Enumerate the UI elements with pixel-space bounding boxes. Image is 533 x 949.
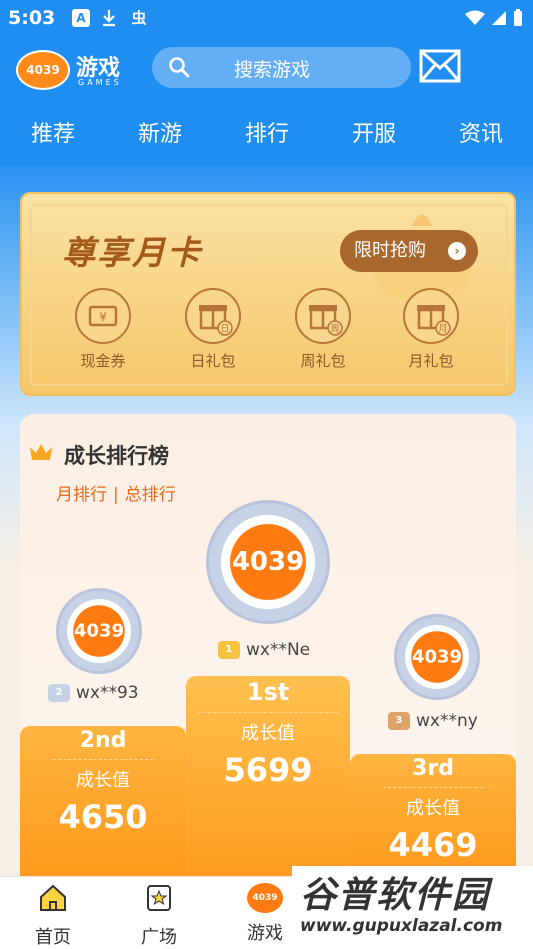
status-time: 5:03 — [8, 7, 56, 29]
top-nav: 推荐 新游 排行 开服 资讯 — [0, 112, 533, 156]
nav-recommend[interactable]: 推荐 — [13, 116, 93, 148]
gift-week-icon: 周 — [295, 288, 351, 344]
podium-divider — [53, 759, 153, 760]
ranking-title: 成长排行榜 — [64, 444, 169, 468]
podium-label: 成长值 — [76, 770, 130, 791]
nav-ranking[interactable]: 排行 — [227, 116, 307, 148]
svg-text:月: 月 — [438, 324, 447, 335]
medal-gold-icon: 1 — [218, 641, 240, 659]
tab-total-ranking[interactable]: 总排行 — [125, 485, 176, 505]
perk-label: 周礼包 — [300, 352, 346, 370]
perk-label: 现金券 — [80, 352, 126, 370]
app-logo[interactable]: 4039 游戏 GAMES — [16, 48, 136, 90]
perk-label: 月礼包 — [408, 352, 454, 370]
game-icon: 4039 — [247, 883, 283, 913]
search-bar[interactable]: 搜索游戏 — [152, 47, 411, 88]
watermark-main: 谷普软件园 — [300, 875, 491, 916]
avatar-first[interactable]: 4039 — [206, 500, 330, 624]
crown-icon — [30, 444, 52, 460]
podium-value: 4469 — [388, 826, 478, 864]
svg-text:周: 周 — [330, 324, 339, 335]
username-third: 3 wx**ny — [388, 711, 478, 731]
ranking-tabs: 月排行 | 总排行 — [56, 480, 176, 505]
logo-badge: 4039 — [16, 50, 70, 90]
tab-month-ranking[interactable]: 月排行 — [56, 485, 107, 505]
notification-a-icon: A — [72, 9, 90, 27]
watermark-url: www.gupuxlazal.com — [300, 916, 503, 936]
perk-daily-gift[interactable]: 日 日礼包 — [168, 288, 258, 371]
nav-new-games[interactable]: 新游 — [120, 116, 200, 148]
battery-icon — [514, 9, 522, 26]
podium-value: 4650 — [58, 798, 148, 836]
svg-text:日: 日 — [220, 324, 229, 335]
bug-icon: 虫 — [131, 9, 147, 27]
podium-rank: 2nd — [79, 728, 127, 753]
status-bar: 5:03 A 虫 — [0, 0, 533, 38]
buy-button-label: 限时抢购 — [354, 240, 426, 261]
gift-month-icon: 月 — [403, 288, 459, 344]
podium-label: 成长值 — [406, 798, 460, 819]
tab-square[interactable]: 广场 — [124, 883, 194, 949]
username-second: 2 wx**93 — [48, 683, 139, 703]
download-icon — [100, 9, 118, 27]
logo-subtext: GAMES — [78, 78, 122, 87]
medal-bronze-icon: 3 — [388, 712, 410, 730]
podium-rank: 3rd — [412, 756, 454, 781]
tab-home[interactable]: 首页 — [18, 883, 88, 949]
podium-third: 3rd 成长值 4469 — [350, 754, 516, 876]
perk-weekly-gift[interactable]: 周 周礼包 — [278, 288, 368, 371]
square-icon — [147, 885, 171, 911]
avatar-second[interactable]: 4039 — [56, 588, 142, 674]
search-icon — [169, 57, 190, 78]
avatar-third[interactable]: 4039 — [394, 614, 480, 700]
podium-rank: 1st — [246, 678, 290, 706]
coupon-icon: ¥ — [75, 288, 131, 344]
limited-buy-button[interactable]: 限时抢购 › — [340, 230, 478, 272]
perk-label: 日礼包 — [190, 352, 236, 370]
watermark: 谷普软件园 www.gupuxlazal.com — [292, 866, 533, 949]
wifi-icon — [465, 10, 485, 25]
tab-separator: | — [113, 485, 119, 505]
nav-servers[interactable]: 开服 — [334, 116, 414, 148]
signal-icon — [492, 11, 506, 25]
perk-monthly-gift[interactable]: 月 月礼包 — [386, 288, 476, 371]
podium-label: 成长值 — [241, 723, 295, 744]
search-placeholder: 搜索游戏 — [234, 59, 311, 81]
monthly-card-title: 尊享月卡 — [62, 233, 202, 272]
podium-divider — [383, 787, 483, 788]
nav-news[interactable]: 资讯 — [441, 116, 521, 148]
status-indicators — [465, 9, 523, 27]
podium-first: 1st 成长值 5699 — [186, 676, 350, 876]
chevron-right-icon: › — [448, 242, 466, 260]
perk-coupon[interactable]: ¥ 现金券 — [58, 288, 148, 371]
podium-second: 2nd 成长值 4650 — [20, 726, 186, 876]
username-first: 1 wx**Ne — [218, 640, 310, 660]
svg-text:¥: ¥ — [99, 310, 107, 324]
podium-divider — [198, 712, 338, 713]
home-icon — [40, 884, 66, 911]
tab-games[interactable]: 4039 游戏 — [230, 883, 300, 945]
medal-silver-icon: 2 — [48, 684, 70, 702]
mail-icon[interactable] — [419, 49, 461, 83]
podium-value: 5699 — [223, 751, 313, 789]
gift-day-icon: 日 — [185, 288, 241, 344]
